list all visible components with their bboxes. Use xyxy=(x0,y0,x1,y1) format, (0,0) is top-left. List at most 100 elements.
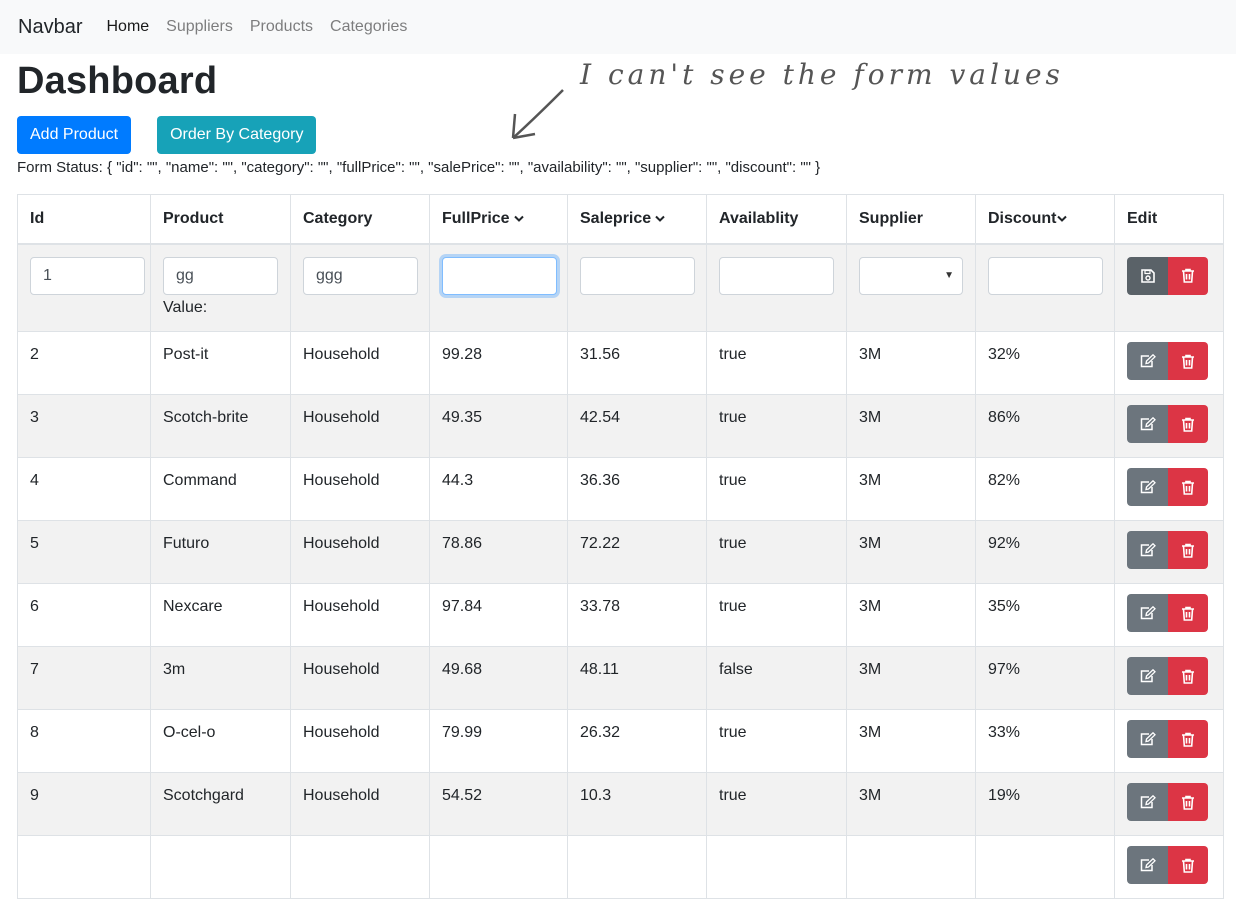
cell-saleprice: 31.56 xyxy=(567,331,707,395)
header-discount[interactable]: Discount xyxy=(975,194,1115,245)
delete-button[interactable] xyxy=(1168,657,1208,695)
cell-category xyxy=(290,835,430,899)
delete-button[interactable] xyxy=(1168,342,1208,380)
cell-category: Household xyxy=(290,331,430,395)
cell-fullprice: 99.28 xyxy=(429,331,568,395)
cell-saleprice: 36.36 xyxy=(567,457,707,521)
cell-fullprice: 97.84 xyxy=(429,583,568,647)
cell-fullprice: 49.35 xyxy=(429,394,568,458)
edit-button[interactable] xyxy=(1127,846,1168,884)
cell-id: 2 xyxy=(17,331,151,395)
chevron-down-icon[interactable] xyxy=(1057,215,1068,223)
cell-saleprice xyxy=(567,835,707,899)
cell-discount: 32% xyxy=(975,331,1115,395)
nav-link-home[interactable]: Home xyxy=(106,18,149,36)
edit-button[interactable] xyxy=(1127,657,1168,695)
cell-supplier: 3M xyxy=(846,457,976,521)
row-action-group xyxy=(1127,468,1211,506)
cell-availability: false xyxy=(706,646,847,710)
navbar-brand[interactable]: Navbar xyxy=(18,16,82,39)
chevron-down-icon[interactable] xyxy=(655,215,665,223)
arrow-icon xyxy=(511,89,564,140)
add-product-button[interactable]: Add Product xyxy=(17,116,132,154)
header-saleprice[interactable]: Saleprice xyxy=(567,194,707,245)
trash-icon xyxy=(1182,795,1194,810)
sale-price-input[interactable] xyxy=(580,256,695,295)
delete-button[interactable] xyxy=(1168,594,1208,632)
cell-id: 3 xyxy=(17,394,151,458)
edit-button[interactable] xyxy=(1127,531,1168,569)
cell-discount: 86% xyxy=(975,394,1115,458)
discount-input[interactable] xyxy=(988,256,1103,295)
cell-category: Household xyxy=(290,520,430,584)
chevron-down-icon[interactable] xyxy=(513,215,524,223)
edit-button[interactable] xyxy=(1127,783,1168,821)
cell-discount: 33% xyxy=(975,709,1115,773)
supplier-select[interactable]: ▼ xyxy=(859,256,963,295)
cell-discount: 35% xyxy=(975,583,1115,647)
header-category: Category xyxy=(290,194,430,245)
edit-icon xyxy=(1140,354,1156,368)
trash-icon xyxy=(1182,417,1194,432)
delete-button[interactable] xyxy=(1168,846,1208,884)
delete-button[interactable] xyxy=(1168,405,1208,443)
cell-availability: true xyxy=(706,772,847,836)
nav-link-categories[interactable]: Categories xyxy=(330,18,407,36)
edit-form-row: Value: ▼ xyxy=(17,243,1224,332)
cell-availability: true xyxy=(706,331,847,395)
cell-product: Nexcare xyxy=(150,583,291,647)
cell-product: Command xyxy=(150,457,291,521)
edit-icon xyxy=(1140,417,1156,431)
availability-input[interactable] xyxy=(719,256,834,295)
cell-id: 4 xyxy=(17,457,151,521)
cell-product: Scotch-brite xyxy=(150,394,291,458)
form-cell-fullprice xyxy=(429,243,568,332)
trash-icon xyxy=(1182,354,1194,369)
order-by-category-button[interactable]: Order By Category xyxy=(157,116,317,154)
delete-button[interactable] xyxy=(1168,531,1208,569)
header-product: Product xyxy=(150,194,291,245)
cell-category: Household xyxy=(290,709,430,773)
id-input[interactable] xyxy=(30,256,145,295)
form-cell-discount xyxy=(975,243,1115,332)
cell-fullprice: 78.86 xyxy=(429,520,568,584)
nav-link-suppliers[interactable]: Suppliers xyxy=(166,18,233,36)
cell-product xyxy=(150,835,291,899)
edit-icon xyxy=(1140,606,1156,620)
header-id: Id xyxy=(17,194,151,245)
nav-link-products[interactable]: Products xyxy=(250,18,313,36)
save-button[interactable] xyxy=(1127,256,1168,295)
product-name-input[interactable] xyxy=(163,256,278,295)
cell-id xyxy=(17,835,151,899)
delete-button[interactable] xyxy=(1168,256,1208,295)
edit-icon xyxy=(1140,669,1156,683)
delete-button[interactable] xyxy=(1168,783,1208,821)
form-cell-actions xyxy=(1114,243,1224,332)
edit-button[interactable] xyxy=(1127,342,1168,380)
edit-button[interactable] xyxy=(1127,468,1168,506)
cell-discount: 82% xyxy=(975,457,1115,521)
table-row: 3 Scotch-brite Household 49.35 42.54 true 3M 86… xyxy=(17,394,1224,458)
delete-button[interactable] xyxy=(1168,720,1208,758)
edit-button[interactable] xyxy=(1127,405,1168,443)
delete-button[interactable] xyxy=(1168,468,1208,506)
cell-supplier xyxy=(846,835,976,899)
category-input[interactable] xyxy=(303,256,418,295)
cell-actions xyxy=(1114,709,1224,773)
cell-id: 6 xyxy=(17,583,151,647)
trash-icon xyxy=(1182,669,1194,684)
edit-button[interactable] xyxy=(1127,594,1168,632)
edit-icon xyxy=(1140,732,1156,746)
header-fullprice[interactable]: FullPrice xyxy=(429,194,568,245)
cell-discount: 92% xyxy=(975,520,1115,584)
table-header-row: Id Product Category FullPrice Saleprice … xyxy=(17,194,1224,245)
table-row: 6 Nexcare Household 97.84 33.78 true 3M 35% xyxy=(17,583,1224,647)
trash-icon xyxy=(1182,543,1194,558)
trash-icon xyxy=(1182,480,1194,495)
cell-discount: 19% xyxy=(975,772,1115,836)
full-price-input[interactable] xyxy=(442,256,557,295)
cell-fullprice xyxy=(429,835,568,899)
cell-saleprice: 42.54 xyxy=(567,394,707,458)
edit-button[interactable] xyxy=(1127,720,1168,758)
products-table: Id Product Category FullPrice Saleprice … xyxy=(17,194,1224,899)
